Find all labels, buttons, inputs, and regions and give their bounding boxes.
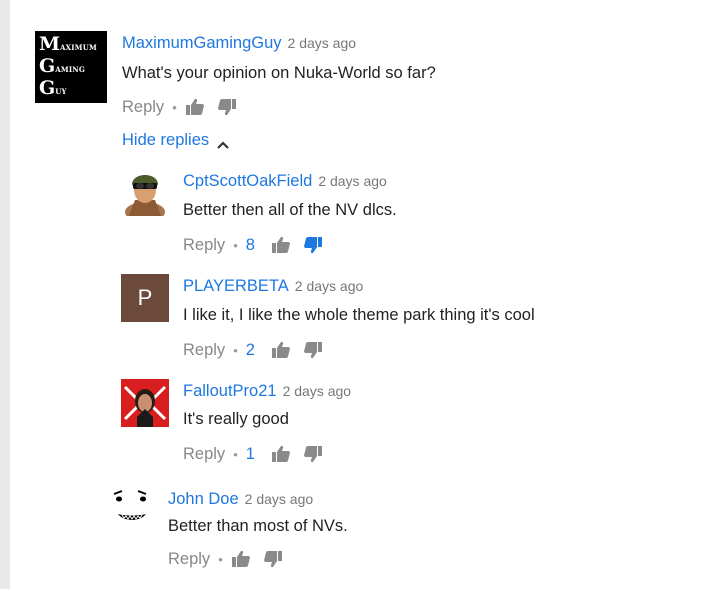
thumbs-up-icon[interactable] xyxy=(271,340,291,360)
next-reply-avatar-partial xyxy=(128,584,162,589)
like-count: 8 xyxy=(245,235,255,254)
john-doe-avatar[interactable] xyxy=(108,484,156,532)
reply-time[interactable]: 2 days ago xyxy=(318,173,387,189)
reply-author[interactable]: John Doe xyxy=(168,490,239,508)
thumbs-down-icon-active[interactable] xyxy=(303,235,323,255)
reply-text: I like it, I like the whole theme park t… xyxy=(183,306,535,324)
like-count: 1 xyxy=(245,444,255,463)
reply-text: It's really good xyxy=(183,410,289,428)
avatar-letter: M xyxy=(39,33,61,55)
reply-time[interactable]: 2 days ago xyxy=(283,383,352,399)
reply-button[interactable]: Reply xyxy=(168,550,210,569)
thumbs-down-icon[interactable] xyxy=(263,549,283,569)
avatar-initial: P xyxy=(137,285,153,310)
comment-time[interactable]: 2 days ago xyxy=(288,35,357,51)
separator-dot: • xyxy=(218,551,223,567)
thumbs-down-icon[interactable] xyxy=(217,97,237,117)
reply-button[interactable]: Reply xyxy=(183,341,225,360)
thumbs-up-icon[interactable] xyxy=(231,549,251,569)
thumbs-up-icon[interactable] xyxy=(185,97,205,117)
reply-button[interactable]: Reply xyxy=(183,236,225,255)
like-count: 2 xyxy=(245,340,255,359)
comment-author[interactable]: MaximumGamingGuy xyxy=(122,34,282,52)
reply-text: Better than most of NVs. xyxy=(168,517,348,535)
reply-header: CptScottOakField 2 days ago xyxy=(183,172,387,191)
avatar-word: UY xyxy=(55,87,67,96)
thumbs-up-icon[interactable] xyxy=(271,235,291,255)
avatar-word: AXIMUM xyxy=(60,43,97,52)
reply-text: Better then all of the NV dlcs. xyxy=(183,201,397,219)
reply-time[interactable]: 2 days ago xyxy=(295,278,364,294)
avatar-letter: G xyxy=(39,77,56,99)
cptscottoakfield-avatar[interactable] xyxy=(121,168,169,216)
maximumgamingguy-avatar[interactable]: MAXIMUM GAMING GUY xyxy=(35,31,107,103)
falloutpro21-avatar[interactable] xyxy=(121,379,169,427)
separator-dot: • xyxy=(233,342,238,358)
hide-replies-button[interactable]: Hide replies xyxy=(122,131,229,150)
reply-actions: Reply • 2 xyxy=(183,340,335,360)
avatar-word: AMING xyxy=(55,65,86,74)
page-left-border xyxy=(0,0,10,589)
reply-actions: Reply • 1 xyxy=(183,444,335,464)
thumbs-down-icon[interactable] xyxy=(303,340,323,360)
separator-dot: • xyxy=(172,99,177,115)
reply-button[interactable]: Reply xyxy=(122,98,164,117)
comment-text: What's your opinion on Nuka-World so far… xyxy=(122,64,436,82)
reply-actions: Reply • 8 xyxy=(183,235,335,255)
comment-header: MaximumGamingGuy 2 days ago xyxy=(122,34,356,53)
reply-header: John Doe 2 days ago xyxy=(168,490,313,509)
reply-button[interactable]: Reply xyxy=(183,445,225,464)
reply-author[interactable]: PLAYERBETA xyxy=(183,277,289,295)
separator-dot: • xyxy=(233,237,238,253)
reply-header: FalloutPro21 2 days ago xyxy=(183,382,351,401)
hide-replies-label: Hide replies xyxy=(122,131,210,149)
reply-header: PLAYERBETA 2 days ago xyxy=(183,277,363,296)
reply-actions: Reply • xyxy=(168,549,295,569)
avatar-letter: G xyxy=(39,55,56,77)
thumbs-up-icon[interactable] xyxy=(271,444,291,464)
playerbeta-avatar[interactable]: P xyxy=(121,274,169,322)
chevron-up-icon xyxy=(217,136,229,149)
reply-author[interactable]: CptScottOakField xyxy=(183,172,312,190)
separator-dot: • xyxy=(233,446,238,462)
reply-author[interactable]: FalloutPro21 xyxy=(183,382,277,400)
thumbs-down-icon[interactable] xyxy=(303,444,323,464)
comment-actions: Reply • xyxy=(122,97,249,117)
reply-time[interactable]: 2 days ago xyxy=(245,491,314,507)
